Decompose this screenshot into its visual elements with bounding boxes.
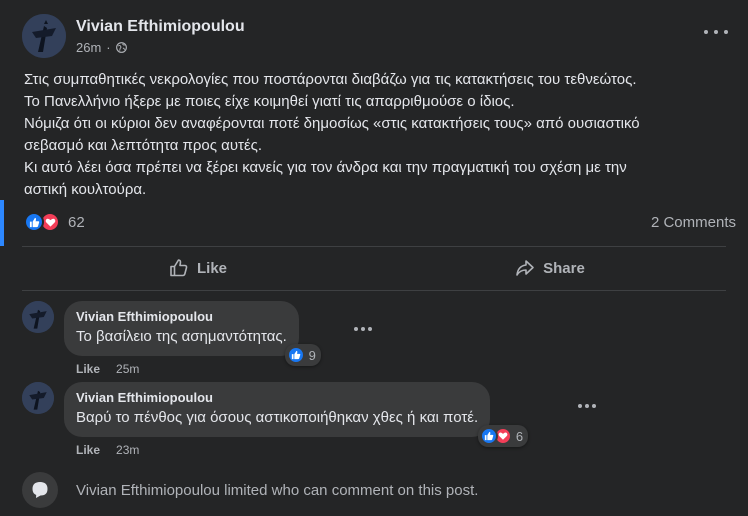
post-meta: 26m · <box>76 40 245 55</box>
comment-bubble-icon <box>22 472 58 508</box>
divider <box>22 290 726 291</box>
comment-text: Βαρύ το πένθος για όσους αστικοποιήθηκαν… <box>76 409 479 426</box>
comment-text: Το βασίλειο της ασημαντότητας. <box>76 328 287 345</box>
comment: Vivian Efthimiopoulou Το βασίλειο της ασ… <box>22 301 372 376</box>
comment-time[interactable]: 25m <box>116 362 139 376</box>
comment-reactions[interactable]: 6 <box>477 425 529 447</box>
like-reaction-icon <box>24 212 44 232</box>
share-arrow-icon <box>516 260 534 276</box>
comment-time[interactable]: 23m <box>116 443 139 457</box>
focus-indicator <box>0 200 4 246</box>
comment-footer: Like 25m <box>76 362 299 376</box>
comment: Vivian Efthimiopoulou Βαρύ το πένθος για… <box>22 382 596 457</box>
comment-like-button[interactable]: Like <box>76 443 100 457</box>
globe-icon <box>115 42 127 53</box>
post-header: Vivian Efthimiopoulou 26m · <box>22 14 245 58</box>
share-label: Share <box>543 259 585 277</box>
comment-reaction-count: 6 <box>515 428 524 444</box>
comment-bubble: Vivian Efthimiopoulou Το βασίλειο της ασ… <box>64 301 321 366</box>
post-more-options-button[interactable] <box>704 24 728 40</box>
comment-bubble: Vivian Efthimiopoulou Βαρύ το πένθος για… <box>64 382 529 447</box>
share-button[interactable]: Share <box>374 249 726 287</box>
divider <box>22 246 726 247</box>
post-action-bar: Like Share <box>22 249 726 287</box>
comments-count-link[interactable]: 2 Comments <box>651 214 736 231</box>
post-text-line: Το Πανελλήνιο ήξερε με ποιες είχε κοιμηθ… <box>24 93 515 110</box>
post-text-line: Στις συμπαθητικές νεκρολογίες που ποστάρ… <box>24 71 637 88</box>
thumbs-up-icon <box>170 259 188 277</box>
reaction-count: 62 <box>68 213 85 231</box>
post-time[interactable]: 26m <box>76 40 101 55</box>
like-button[interactable]: Like <box>22 249 374 287</box>
post-card: Vivian Efthimiopoulou 26m · Στις συμπαθη… <box>0 0 748 516</box>
like-reaction-icon <box>479 427 498 445</box>
post-text-line: αστική κουλτούρα. <box>24 181 147 198</box>
comment-more-options-button[interactable] <box>354 327 372 333</box>
like-label: Like <box>196 259 227 277</box>
comment-avatar[interactable] <box>22 301 54 333</box>
post-author[interactable]: Vivian Efthimiopoulou <box>76 17 245 37</box>
post-text-line: Νόμιζα ότι οι κύριοι δεν αναφέρονται ποτ… <box>24 115 640 132</box>
avatar[interactable] <box>22 14 66 58</box>
comment-more-options-button[interactable] <box>578 404 596 410</box>
like-reaction-icon <box>286 346 305 364</box>
post-text-line: σεβασμό και λεπτότητα προς αυτές. <box>24 137 263 154</box>
comment-like-button[interactable]: Like <box>76 362 100 376</box>
reactions-row: 62 2 Comments <box>24 210 736 234</box>
comment-author[interactable]: Vivian Efthimiopoulou <box>76 390 478 406</box>
comment-footer: Like 23m <box>76 443 490 457</box>
limited-comments-text: Vivian Efthimiopoulou limited who can co… <box>76 481 479 499</box>
post-text-line: Κι αυτό λέει όσα πρέπει να ξέρει κανείς … <box>24 159 627 176</box>
reactions-summary[interactable]: 62 <box>24 212 85 232</box>
comment-reactions[interactable]: 9 <box>284 344 321 366</box>
comment-author[interactable]: Vivian Efthimiopoulou <box>76 309 287 325</box>
comment-avatar[interactable] <box>22 382 54 414</box>
comment-reaction-count: 9 <box>308 347 316 363</box>
limited-comments-notice: Vivian Efthimiopoulou limited who can co… <box>22 472 478 508</box>
post-text: Στις συμπαθητικές νεκρολογίες που ποστάρ… <box>24 69 736 201</box>
